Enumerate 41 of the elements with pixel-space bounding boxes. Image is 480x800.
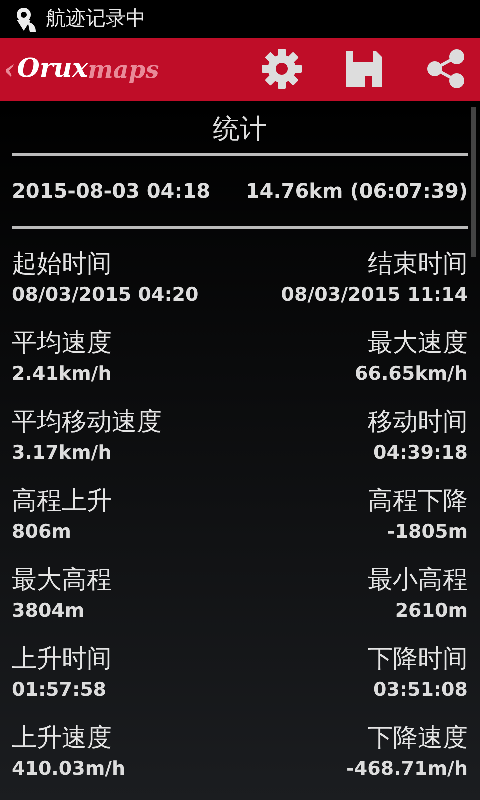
- stat-label: 结束时间: [368, 248, 468, 280]
- stat-label: 高程上升: [12, 485, 112, 517]
- stat-value: -468.71m/h: [346, 758, 468, 780]
- logo-subtext: maps: [88, 54, 160, 84]
- stat-value: 3804m: [12, 600, 85, 622]
- stat-label: 上升速度: [12, 722, 112, 754]
- stat-label: 平均移动速度: [12, 406, 162, 438]
- settings-icon: [261, 48, 303, 90]
- settings-button[interactable]: [260, 47, 304, 92]
- stat-value: 01:57:58: [12, 679, 107, 701]
- stat-label: 最大速度: [368, 327, 468, 359]
- stat-label: 上升时间: [12, 643, 112, 675]
- location-pin-icon: [14, 6, 38, 32]
- stat-value: 3.17km/h: [12, 442, 112, 464]
- back-chevron[interactable]: ‹: [4, 52, 16, 86]
- stat-label: 下降速度: [368, 722, 468, 754]
- track-distance: 14.76km (06:07:39): [246, 179, 468, 203]
- logo-text: Orux: [17, 54, 88, 84]
- stat-label: 高程下降: [368, 485, 468, 517]
- stat-label: 平均速度: [12, 327, 112, 359]
- stat-value: 66.65km/h: [355, 363, 468, 385]
- stat-label: 起始时间: [12, 248, 112, 280]
- scrollbar[interactable]: [471, 107, 476, 257]
- stat-value: 410.03m/h: [12, 758, 126, 780]
- stat-value: 04:39:18: [373, 442, 468, 464]
- save-icon: [345, 50, 383, 88]
- stat-value: 08/03/2015 04:20: [12, 284, 199, 306]
- stat-value: -1805m: [387, 521, 468, 543]
- stat-label: 移动时间: [368, 406, 468, 438]
- stat-value: 806m: [12, 521, 72, 543]
- stat-value: 08/03/2015 11:14: [281, 284, 468, 306]
- stat-value: 2610m: [395, 600, 468, 622]
- screen-title: 统计: [212, 113, 268, 147]
- stat-label: 最小高程: [368, 564, 468, 596]
- stat-value: 2.41km/h: [12, 363, 112, 385]
- stat-label: 最大高程: [12, 564, 112, 596]
- notification-text: 航迹记录中: [46, 5, 146, 32]
- stat-value: 03:51:08: [373, 679, 468, 701]
- stat-label: 下降时间: [368, 643, 468, 675]
- share-icon: [426, 49, 466, 90]
- track-date: 2015-08-03 04:18: [12, 179, 211, 203]
